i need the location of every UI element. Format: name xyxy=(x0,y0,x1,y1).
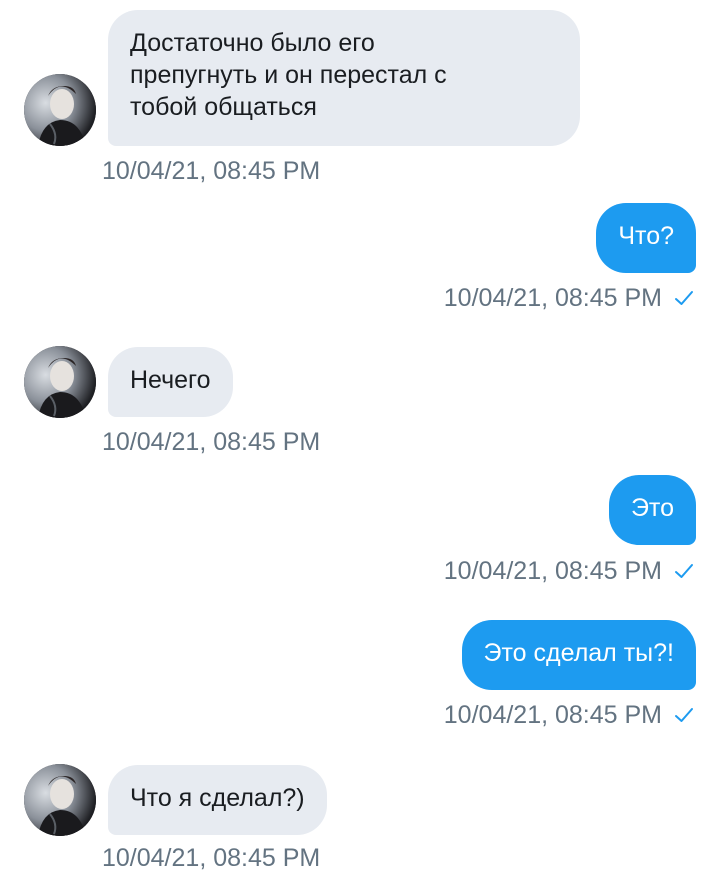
check-icon xyxy=(675,708,693,722)
avatar-photo-icon xyxy=(24,74,96,146)
message-bubble[interactable]: Это сделал ты?! xyxy=(461,620,696,690)
message-timestamp: 10/04/21, 08:45 PM xyxy=(102,844,321,872)
message-timestamp-row: 10/04/21, 08:45 PM xyxy=(444,700,694,730)
message-timestamp: 10/04/21, 08:45 PM xyxy=(443,701,662,729)
message-text: Это сделал ты?! xyxy=(483,639,674,667)
message-text: Это xyxy=(630,494,674,522)
message-bubble[interactable]: Что? xyxy=(596,203,696,273)
message-text-line: Достаточно было его xyxy=(130,29,375,57)
check-icon xyxy=(675,564,693,578)
message-text: Что? xyxy=(618,222,674,250)
message-text-line: препугнуть и он перестал с xyxy=(130,61,447,89)
message-timestamp-row: 10/04/21, 08:45 PM xyxy=(444,556,694,586)
contact-avatar[interactable] xyxy=(24,764,96,836)
message-bubble[interactable]: Достаточно было его препугнуть и он пере… xyxy=(108,10,580,146)
message-timestamp: 10/04/21, 08:45 PM xyxy=(102,428,321,456)
avatar-photo-icon xyxy=(24,346,96,418)
message-timestamp: 10/04/21, 08:45 PM xyxy=(443,557,662,585)
check-icon xyxy=(675,291,693,305)
message-text: Нечего xyxy=(130,366,211,394)
message-timestamp: 10/04/21, 08:45 PM xyxy=(443,284,662,312)
message-bubble[interactable]: Что я сделал?) xyxy=(108,765,327,835)
contact-avatar[interactable] xyxy=(24,346,96,418)
message-timestamp: 10/04/21, 08:45 PM xyxy=(102,157,321,185)
message-timestamp-row: 10/04/21, 08:45 PM xyxy=(444,283,694,313)
contact-avatar[interactable] xyxy=(24,74,96,146)
message-bubble[interactable]: Это xyxy=(608,475,696,545)
message-bubble[interactable]: Нечего xyxy=(108,347,233,417)
avatar-photo-icon xyxy=(24,764,96,836)
message-text-line: тобой общаться xyxy=(130,93,317,121)
message-text: Что я сделал?) xyxy=(130,784,305,812)
